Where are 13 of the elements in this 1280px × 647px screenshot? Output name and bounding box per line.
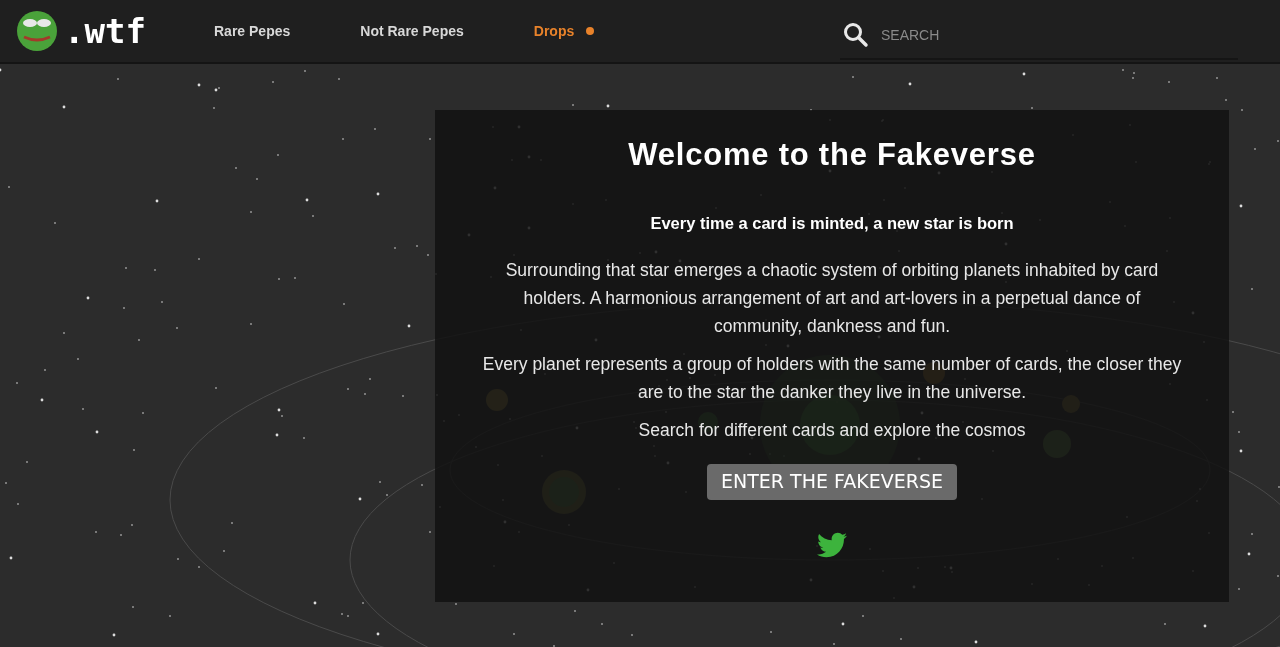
description-paragraph: Surrounding that star emerges a chaotic system of orbiting planets inhabited by card holders. A harmonious arrangement of art and art-lovers in a perpetual dance of community, dankness and fun. xyxy=(504,258,1160,338)
logo-text: .wtf xyxy=(64,14,146,48)
nav-link[interactable]: Drops xyxy=(533,20,595,42)
search-icon xyxy=(843,22,869,48)
card-title: Welcome to the Fakeverse xyxy=(628,136,1036,174)
frog-logo-icon xyxy=(14,9,60,53)
description-paragraph: Every planet represents a group of holders with the same number of cards, the closer they are to the star the danker they live in the universe. xyxy=(482,352,1182,404)
nav-link[interactable]: Rare Pepes xyxy=(214,20,291,42)
enter-button[interactable]: ENTER THE FAKEVERSE xyxy=(707,463,957,500)
tagline: Every time a card is minted, a new star is born xyxy=(650,212,1014,234)
search-field[interactable]: SEARCH xyxy=(881,24,1181,46)
nav-link[interactable]: Not Rare Pepes xyxy=(360,20,464,42)
description-paragraph: Search for different cards and explore the cosmos xyxy=(638,418,1026,442)
